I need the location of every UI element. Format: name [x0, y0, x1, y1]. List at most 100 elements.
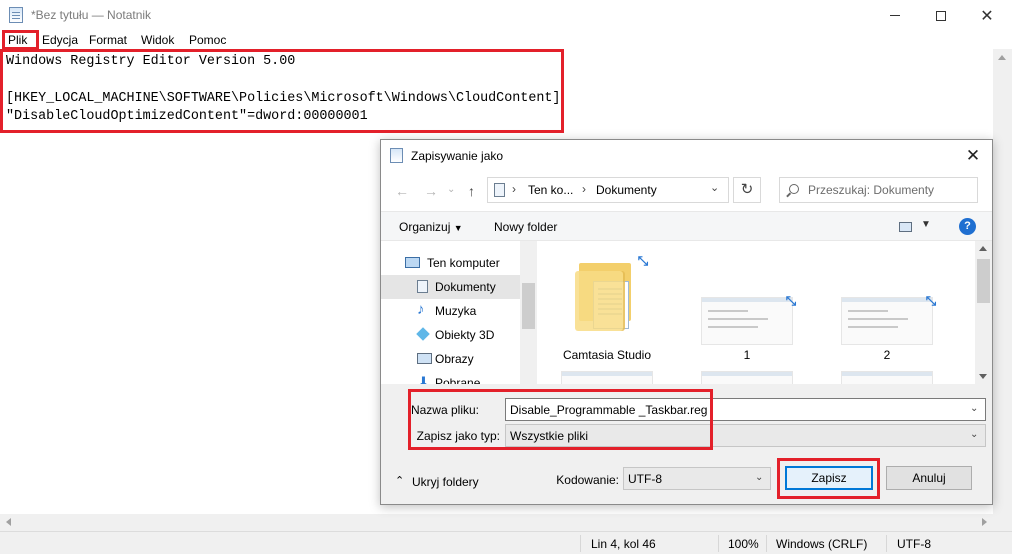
breadcrumb-documents[interactable]: Dokumenty: [596, 183, 657, 197]
status-zoom: 100%: [728, 537, 759, 551]
filename-input[interactable]: Disable_Programmable _Taskbar.reg ⌄: [505, 398, 986, 421]
filetype-select[interactable]: Wszystkie pliki ⌄: [505, 424, 986, 447]
menu-plik[interactable]: Plik: [8, 33, 27, 47]
tree-item-label: Obiekty 3D: [435, 328, 495, 342]
status-separator: [886, 535, 887, 552]
menu-format[interactable]: Format: [89, 33, 127, 47]
view-options-icon[interactable]: [899, 222, 912, 232]
image-thumbnail: [841, 297, 933, 345]
menu-edycja[interactable]: Edycja: [42, 33, 78, 47]
file-item-image[interactable]: ⤡ 1: [677, 241, 817, 384]
status-bar: Lin 4, kol 46 100% Windows (CRLF) UTF-8: [0, 531, 1012, 554]
hide-folders-label: Ukryj foldery: [412, 475, 479, 489]
tree-item-label: Muzyka: [435, 304, 477, 318]
tree-item-downloads[interactable]: ⬇ Pobrane: [381, 371, 520, 384]
save-button[interactable]: Zapisz: [785, 466, 873, 490]
documents-icon: [417, 280, 428, 293]
status-separator: [718, 535, 719, 552]
scrollbar-thumb[interactable]: [977, 259, 990, 303]
recent-locations-icon[interactable]: ⌄: [447, 184, 455, 195]
encoding-label: Kodowanie:: [556, 473, 619, 487]
up-arrow-icon[interactable]: ↑: [468, 183, 475, 199]
filetype-value: Wszystkie pliki: [510, 429, 589, 443]
file-list-scrollbar[interactable]: [975, 241, 992, 384]
cancel-button[interactable]: Anuluj: [886, 466, 972, 490]
horizontal-scrollbar[interactable]: [0, 514, 993, 531]
scroll-up-icon[interactable]: [979, 246, 987, 251]
chevron-down-icon[interactable]: ⌄: [710, 181, 719, 194]
editor-line: [HKEY_LOCAL_MACHINE\SOFTWARE\Policies\Mi…: [6, 90, 561, 106]
scroll-right-icon: [982, 518, 987, 526]
close-button[interactable]: ✕: [964, 0, 1010, 31]
organize-button[interactable]: Organizuj ▼: [399, 220, 463, 234]
filename-label: Nazwa pliku:: [410, 403, 479, 417]
file-label: 2: [883, 348, 891, 362]
dialog-titlebar: Zapisywanie jako ✕: [381, 140, 992, 171]
search-input[interactable]: Przeszukaj: Dokumenty: [779, 177, 978, 203]
menu-widok[interactable]: Widok: [141, 33, 174, 47]
dialog-body: Ten komputer Dokumenty ♪ Muzyka Obiekty …: [381, 241, 992, 384]
file-list: ⤡ Camtasia Studio ⤡ 1 ⤡ 2: [537, 241, 975, 384]
tree-item-pictures[interactable]: Obrazy: [381, 347, 520, 371]
editor-line: Windows Registry Editor Version 5.00: [6, 54, 296, 69]
refresh-button[interactable]: ↻: [733, 177, 761, 203]
encoding-value: UTF-8: [628, 472, 662, 486]
tree-item-3d-objects[interactable]: Obiekty 3D: [381, 323, 520, 347]
save-as-dialog: Zapisywanie jako ✕ ← → ⌄ ↑ › Ten ko... ›…: [380, 139, 993, 505]
tree-item-documents[interactable]: Dokumenty: [381, 275, 520, 299]
text-caret: [712, 402, 713, 417]
dialog-navbar: ← → ⌄ ↑ › Ten ko... › Dokumenty ⌄ ↻ Prze…: [381, 171, 992, 211]
search-placeholder: Przeszukaj: Dokumenty: [808, 183, 935, 197]
folder-front-icon: [575, 271, 623, 331]
scrollbar-thumb[interactable]: [522, 283, 535, 329]
status-separator: [580, 535, 581, 552]
sync-icon: ⤡: [637, 253, 649, 268]
tree-item-label: Obrazy: [435, 352, 474, 366]
tree-item-this-pc[interactable]: Ten komputer: [381, 251, 520, 275]
vertical-scrollbar[interactable]: [993, 49, 1012, 514]
scroll-left-icon: [6, 518, 11, 526]
dialog-close-button[interactable]: ✕: [961, 145, 985, 167]
music-icon: ♪: [417, 301, 425, 318]
editor-content: Windows Registry Editor Version 5.00 [HKE…: [6, 53, 560, 126]
image-thumbnail: [841, 371, 933, 384]
tree-item-label: Dokumenty: [435, 280, 496, 294]
address-bar[interactable]: › Ten ko... › Dokumenty ⌄: [487, 177, 729, 203]
view-dropdown-icon[interactable]: ▼: [921, 219, 931, 230]
notepad-icon: [390, 148, 403, 163]
image-thumbnail: [701, 371, 793, 384]
minimize-button[interactable]: [872, 0, 918, 31]
dialog-title: Zapisywanie jako: [411, 149, 504, 163]
status-position: Lin 4, kol 46: [591, 537, 656, 551]
chevron-down-icon[interactable]: ⌄: [970, 403, 978, 414]
search-icon: [789, 184, 799, 194]
file-item-folder[interactable]: ⤡ Camtasia Studio: [537, 241, 677, 384]
help-icon[interactable]: ?: [959, 218, 976, 235]
tree-scrollbar[interactable]: [520, 241, 537, 384]
forward-arrow-icon[interactable]: →: [424, 183, 438, 199]
breadcrumb-chevron-icon: ›: [512, 182, 516, 196]
tree-item-music[interactable]: ♪ Muzyka: [381, 299, 520, 323]
image-thumbnail: [561, 371, 653, 384]
scroll-corner: [993, 514, 1012, 531]
status-separator: [766, 535, 767, 552]
filetype-label: Zapisz jako typ:: [416, 429, 500, 443]
encoding-select[interactable]: UTF-8 ⌄: [623, 467, 771, 490]
tree-item-label: Ten komputer: [427, 256, 500, 270]
chevron-down-icon: ⌄: [970, 429, 979, 440]
image-thumbnail: [701, 297, 793, 345]
breadcrumb-this-pc[interactable]: Ten ko...: [528, 183, 573, 197]
tree-item-label: Pobrane: [435, 376, 481, 384]
window-title: *Bez tytułu — Notatnik: [31, 8, 152, 22]
back-arrow-icon[interactable]: ←: [395, 183, 409, 199]
file-label: 1: [743, 348, 751, 362]
maximize-icon: [936, 10, 946, 21]
status-encoding: UTF-8: [897, 537, 931, 551]
new-folder-button[interactable]: Nowy folder: [494, 220, 557, 234]
file-item-image[interactable]: ⤡ 2: [817, 241, 957, 384]
scroll-down-icon[interactable]: [979, 374, 987, 379]
maximize-button[interactable]: [918, 0, 964, 31]
menu-pomoc[interactable]: Pomoc: [189, 33, 226, 47]
notepad-icon: [9, 7, 23, 23]
